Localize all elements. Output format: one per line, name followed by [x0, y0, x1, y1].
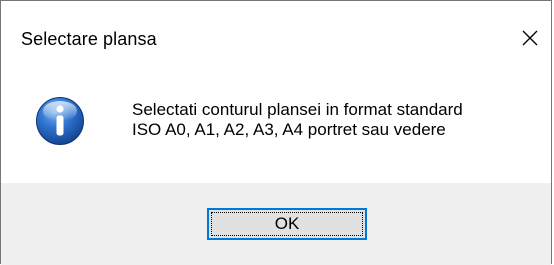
message-dialog: Selectare plansa Selectati conturul plan… [0, 0, 552, 265]
message-line-1: Selectati conturul plansei in format sta… [132, 100, 463, 119]
dialog-title: Selectare plansa [21, 29, 157, 49]
ok-button[interactable]: OK [207, 208, 367, 240]
ok-button-label: OK [274, 214, 300, 233]
close-button[interactable] [513, 21, 547, 55]
message-line-2: ISO A0, A1, A2, A3, A4 portret sau veder… [132, 120, 446, 139]
dialog-message: Selectati conturul plansei in format sta… [132, 100, 463, 140]
title-bar[interactable]: Selectare plansa [1, 1, 551, 70]
close-icon [522, 30, 538, 46]
information-icon [36, 97, 84, 145]
dialog-footer: OK [1, 183, 551, 265]
